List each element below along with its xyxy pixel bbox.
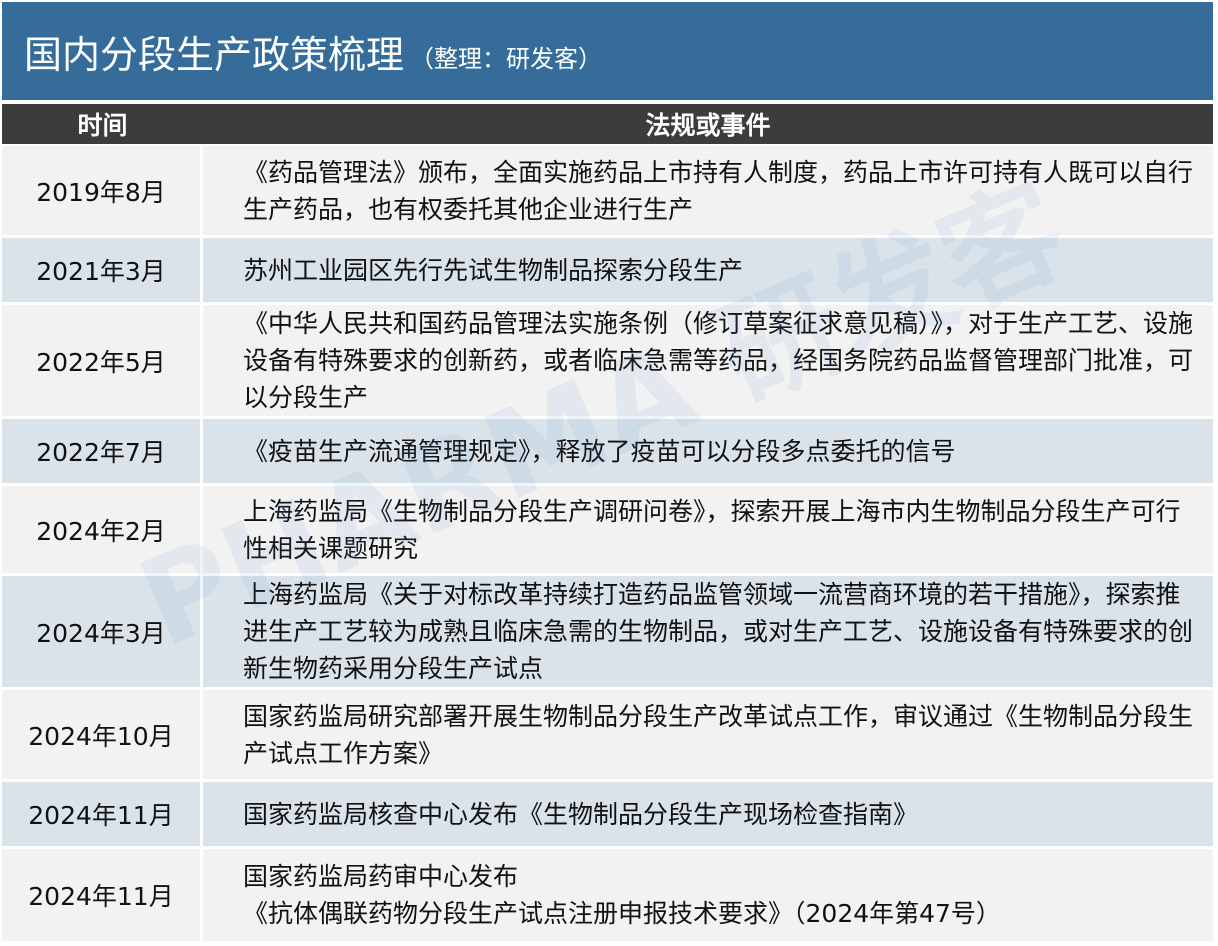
- row-time: 2024年11月: [2, 782, 203, 846]
- table-row: 2021年3月 苏州工业园区先行先试生物制品探索分段生产: [2, 238, 1213, 305]
- table-row: 2022年7月 《疫苗生产流通管理规定》，释放了疫苗可以分段多点委托的信号: [2, 419, 1213, 486]
- row-event: 国家药监局核查中心发布《生物制品分段生产现场检查指南》: [243, 799, 919, 829]
- row-event: 国家药监局药审中心发布 《抗体偶联药物分段生产试点注册申报技术要求》（2024年…: [243, 862, 1001, 928]
- table-row: 2022年5月 《中华人民共和国药品管理法实施条例（修订草案征求意见稿）》，对于…: [2, 305, 1213, 419]
- row-event: 上海药监局《生物制品分段生产调研问卷》，探索开展上海市内生物制品分段生产可行性相…: [243, 496, 1181, 563]
- row-time: 2022年7月: [2, 419, 203, 483]
- table-header: 时间 法规或事件: [2, 104, 1213, 144]
- table-row: 2024年10月 国家药监局研究部署开展生物制品分段生产改革试点工作，审议通过《…: [2, 690, 1213, 782]
- row-event: 《疫苗生产流通管理规定》，释放了疫苗可以分段多点委托的信号: [243, 436, 956, 466]
- page-subtitle: （整理：研发客）: [410, 44, 603, 73]
- table-row: 2024年2月 上海药监局《生物制品分段生产调研问卷》，探索开展上海市内生物制品…: [2, 486, 1213, 576]
- header-time: 时间: [77, 111, 128, 140]
- header-event: 法规或事件: [645, 111, 771, 140]
- table-row: 2024年11月 国家药监局核查中心发布《生物制品分段生产现场检查指南》: [2, 782, 1213, 849]
- row-event: 国家药监局研究部署开展生物制品分段生产改革试点工作，审议通过《生物制品分段生产试…: [243, 701, 1194, 768]
- title-bar: 国内分段生产政策梳理 （整理：研发客）: [2, 2, 1213, 100]
- row-time: 2022年5月: [2, 305, 203, 416]
- table-row: 2024年3月 上海药监局《关于对标改革持续打造药品监管领域一流营商环境的若干措…: [2, 576, 1213, 690]
- row-time: 2019年8月: [2, 146, 203, 235]
- row-event: 《药品管理法》颁布，全面实施药品上市持有人制度，药品上市许可持有人既可以自行生产…: [243, 157, 1194, 224]
- page-title: 国内分段生产政策梳理: [24, 32, 405, 77]
- table-row: 2019年8月 《药品管理法》颁布，全面实施药品上市持有人制度，药品上市许可持有…: [2, 146, 1213, 238]
- row-time: 2024年2月: [2, 486, 203, 573]
- row-time: 2024年10月: [2, 690, 203, 779]
- policy-table: 2019年8月 《药品管理法》颁布，全面实施药品上市持有人制度，药品上市许可持有…: [2, 146, 1213, 941]
- row-event: 《中华人民共和国药品管理法实施条例（修订草案征求意见稿）》，对于生产工艺、设施设…: [243, 309, 1194, 412]
- row-event: 上海药监局《关于对标改革持续打造药品监管领域一流营商环境的若干措施》，探索推进生…: [243, 580, 1194, 683]
- table-row: 2024年11月 国家药监局药审中心发布 《抗体偶联药物分段生产试点注册申报技术…: [2, 849, 1213, 941]
- row-event: 苏州工业园区先行先试生物制品探索分段生产: [243, 255, 744, 285]
- row-time: 2024年11月: [2, 849, 203, 941]
- row-time: 2024年3月: [2, 576, 203, 687]
- row-time: 2021年3月: [2, 238, 203, 302]
